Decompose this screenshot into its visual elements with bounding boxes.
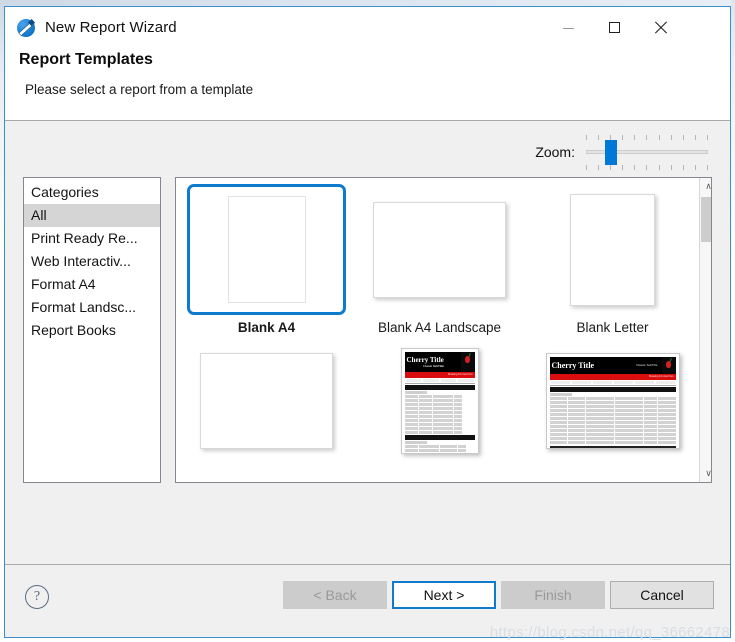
categories-list[interactable]: Categories All Print Ready Re... Web Int…: [23, 177, 161, 483]
birt-report-icon: [16, 18, 36, 38]
report-red-bar-text-landscape: Showing 10 rows from: [649, 375, 674, 378]
dialog-footer: ? < Back Next > Finish Cancel https://bl…: [5, 564, 730, 637]
report-subtitle-landscape: Classic SubTitle: [636, 363, 661, 367]
minimize-icon: [563, 28, 574, 29]
wizard-header: Report Templates Please select a report …: [5, 48, 730, 121]
template-thumb-blank-letter[interactable]: [533, 184, 692, 315]
template-item-cherry-landscape[interactable]: Cherry Title Classic SubTitle Showing 10…: [526, 335, 699, 466]
report-rows-2: [405, 445, 475, 454]
templates-scroll-area: Blank A4 Blank A4 Landscape: [176, 178, 699, 482]
cancel-button[interactable]: Cancel: [610, 581, 714, 609]
report-header-landscape: Cherry Title Classic SubTitle: [550, 357, 676, 374]
close-icon: [654, 21, 667, 34]
window-right-glow: [731, 0, 735, 642]
page-preview-landscape-2: [200, 353, 333, 449]
category-item-all[interactable]: All: [24, 204, 160, 227]
scrollbar-thumb[interactable]: [701, 197, 712, 242]
templates-gallery: Blank A4 Blank A4 Landscape: [175, 177, 712, 483]
category-item-categories[interactable]: Categories: [24, 181, 160, 204]
template-thumb-blank-a4-landscape[interactable]: [360, 184, 519, 315]
report-subsection-2: [405, 441, 475, 444]
category-item-print-ready[interactable]: Print Ready Re...: [24, 227, 160, 250]
report-red-bar-text: Showing 10 rows from: [448, 373, 473, 376]
selection-panels: Categories All Print Ready Re... Web Int…: [23, 177, 712, 483]
report-footer-landscape: [550, 446, 676, 449]
category-item-web-interactive[interactable]: Web Interactiv...: [24, 250, 160, 273]
template-item-blank-a4-landscape[interactable]: Blank A4 Landscape: [353, 184, 526, 335]
category-item-report-books[interactable]: Report Books: [24, 319, 160, 342]
template-item-row2-blank-landscape[interactable]: [180, 335, 353, 466]
template-thumb-blank-a4[interactable]: [187, 184, 346, 315]
report-title: Cherry Title: [407, 356, 461, 364]
report-title-block: Cherry Title Classic SubTitle: [405, 352, 461, 372]
zoom-control-row: Zoom:: [5, 121, 730, 183]
zoom-ticks-bottom: [586, 165, 708, 170]
template-thumb-cherry-portrait[interactable]: Cherry Title Classic SubTitle Showing 10…: [360, 335, 519, 466]
template-item-blank-letter[interactable]: Blank Letter: [526, 184, 699, 335]
template-label-blank-a4: Blank A4: [238, 320, 295, 335]
wizard-body: Zoom: Categories All Print Ready Re... W…: [5, 121, 730, 564]
report-title-landscape: Cherry Title: [552, 361, 637, 370]
zoom-slider-thumb[interactable]: [605, 140, 617, 165]
dialog-button-bar: < Back Next > Finish Cancel: [283, 581, 714, 609]
back-button[interactable]: < Back: [283, 581, 387, 609]
page-preview-portrait: [228, 196, 306, 303]
help-icon[interactable]: ?: [25, 585, 49, 609]
report-rows: [405, 395, 475, 434]
page-preview-letter: [570, 194, 655, 306]
templates-scrollbar[interactable]: ∧ ∨: [699, 178, 712, 482]
page-subtitle: Please select a report from a template: [25, 82, 730, 97]
zoom-slider[interactable]: [586, 132, 708, 172]
finish-button[interactable]: Finish: [501, 581, 605, 609]
template-thumb-row2-blank-landscape[interactable]: [187, 335, 346, 466]
template-item-cherry-portrait[interactable]: Cherry Title Classic SubTitle Showing 10…: [353, 335, 526, 466]
report-preview-portrait: Cherry Title Classic SubTitle Showing 10…: [401, 348, 479, 454]
report-section-band-2: [405, 435, 475, 440]
new-report-wizard-dialog: New Report Wizard Report Templates Pleas…: [4, 6, 731, 638]
report-section-band-landscape: [550, 387, 676, 392]
report-subsection-landscape: [550, 393, 676, 396]
category-item-format-a4[interactable]: Format A4: [24, 273, 160, 296]
category-item-format-landscape[interactable]: Format Landsc...: [24, 296, 160, 319]
maximize-button[interactable]: [591, 7, 637, 47]
page-title: Report Templates: [19, 51, 730, 69]
templates-row-2: Cherry Title Classic SubTitle Showing 10…: [176, 335, 699, 466]
window-title: New Report Wizard: [45, 19, 177, 36]
cherry-logo-icon: [461, 352, 475, 372]
report-column-headers: [405, 378, 475, 384]
watermark-text: https://blog.csdn.net/qq_36662478: [490, 624, 730, 641]
title-bar: New Report Wizard: [5, 7, 730, 48]
template-label-blank-letter: Blank Letter: [576, 320, 648, 335]
report-title-block-landscape: Cherry Title: [550, 357, 637, 374]
minimize-button[interactable]: [545, 7, 591, 47]
report-rows-landscape: [550, 397, 676, 444]
scroll-down-icon[interactable]: ∨: [700, 465, 712, 482]
zoom-label: Zoom:: [535, 144, 575, 160]
scroll-up-icon[interactable]: ∧: [700, 178, 712, 195]
report-subsection: [405, 391, 475, 394]
close-button[interactable]: [637, 7, 683, 47]
next-button[interactable]: Next >: [392, 581, 496, 609]
template-item-blank-a4[interactable]: Blank A4: [180, 184, 353, 335]
report-section-band: [405, 385, 475, 390]
report-preview-landscape: Cherry Title Classic SubTitle Showing 10…: [546, 353, 680, 449]
report-column-headers-landscape: [550, 380, 676, 386]
report-header: Cherry Title Classic SubTitle: [405, 352, 475, 372]
templates-row-1: Blank A4 Blank A4 Landscape: [176, 184, 699, 335]
template-label-blank-a4-landscape: Blank A4 Landscape: [378, 320, 501, 335]
cherry-logo-icon-landscape: [662, 357, 676, 374]
maximize-icon: [609, 22, 620, 33]
template-thumb-cherry-landscape[interactable]: Cherry Title Classic SubTitle Showing 10…: [533, 335, 692, 466]
report-subtitle: Classic SubTitle: [407, 364, 461, 368]
page-preview-landscape: [373, 202, 506, 298]
